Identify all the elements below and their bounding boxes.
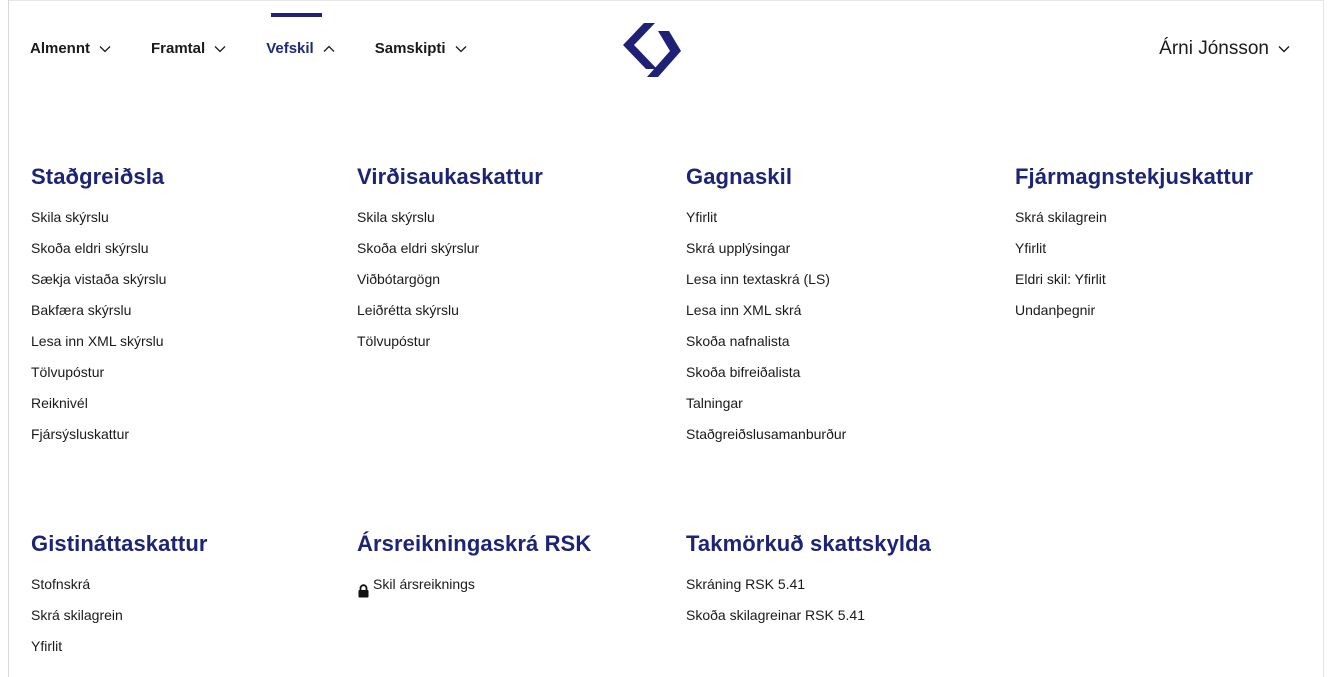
menu-link[interactable]: Yfirlit [1015,233,1253,264]
nav-almennt[interactable]: Almennt [30,40,112,57]
chevron-up-icon [322,42,336,56]
top-header: Almennt Framtal Vefskil Samskipti Árni J… [0,0,1330,100]
section-stadgreidsla: Staðgreiðsla Skila skýrslu Skoða eldri s… [31,164,166,450]
nav-almennt-label: Almennt [30,40,90,57]
menu-link[interactable]: Skráning RSK 5.41 [686,569,931,600]
lock-icon [357,578,370,597]
menu-link[interactable]: Undanþegnir [1015,295,1253,326]
menu-link[interactable]: Skila skýrslu [31,202,166,233]
menu-link[interactable]: Lesa inn XML skrá [686,295,846,326]
menu-link[interactable]: Lesa inn textaskrá (LS) [686,264,846,295]
user-name: Árni Jónsson [1159,38,1269,59]
menu-link[interactable]: Bakfæra skýrslu [31,295,166,326]
menu-link[interactable]: Skoða nafnalista [686,326,846,357]
section-fjarmagnstekjuskattur: Fjármagnstekjuskattur Skrá skilagrein Yf… [1015,164,1253,326]
menu-link[interactable]: Sækja vistaða skýrslu [31,264,166,295]
menu-link[interactable]: Skil ársreiknings [357,569,591,600]
menu-link[interactable]: Stofnskrá [31,569,208,600]
chevron-down-icon [213,42,227,56]
menu-link[interactable]: Skoða eldri skýrslur [357,233,543,264]
section-title: Takmörkuð skattskylda [686,531,932,556]
menu-link[interactable]: Skoða skilagreinar RSK 5.41 [686,600,931,631]
chevron-down-icon [454,42,468,56]
menu-link[interactable]: Skrá skilagrein [31,600,208,631]
section-virdisaukaskattur: Virðisaukaskattur Skila skýrslu Skoða el… [357,164,543,357]
section-takmorkud-skattskylda: Takmörkuð skattskylda Skráning RSK 5.41 … [686,531,931,631]
menu-link[interactable]: Skrá upplýsingar [686,233,846,264]
section-gagnaskil: Gagnaskil Yfirlit Skrá upplýsingar Lesa … [686,164,846,450]
chevron-down-icon [1278,42,1292,56]
menu-link[interactable]: Tölvupóstur [357,326,543,357]
section-title: Gagnaskil [686,164,793,189]
menu-link[interactable]: Fjársýsluskattur [31,419,166,450]
main-nav: Almennt Framtal Vefskil Samskipti [30,40,507,57]
section-title: Fjármagnstekjuskattur [1015,164,1254,189]
menu-link[interactable]: Skrá skilagrein [1015,202,1253,233]
rsk-logo-icon[interactable] [620,21,684,79]
nav-samskipti-label: Samskipti [374,40,446,57]
menu-link[interactable]: Skoða eldri skýrslu [31,233,166,264]
menu-link[interactable]: Skila skýrslu [357,202,543,233]
window-frame-left [8,0,9,677]
user-menu[interactable]: Árni Jónsson [1159,38,1292,60]
menu-link[interactable]: Yfirlit [686,202,846,233]
menu-link[interactable]: Staðgreiðslusamanburður [686,419,846,450]
menu-link[interactable]: Lesa inn XML skýrslu [31,326,166,357]
nav-samskipti[interactable]: Samskipti [375,40,468,57]
nav-vefskil[interactable]: Vefskil [266,40,336,57]
section-title: Staðgreiðsla [31,164,165,189]
menu-link[interactable]: Reiknivél [31,388,166,419]
section-title: Ársreikningaskrá RSK [357,531,592,556]
nav-framtal-label: Framtal [151,40,206,57]
nav-vefskil-label: Vefskil [266,40,314,57]
menu-link[interactable]: Tölvupóstur [31,357,166,388]
active-nav-indicator [271,13,322,17]
section-title: Virðisaukaskattur [357,164,543,189]
menu-link[interactable]: Leiðrétta skýrslu [357,295,543,326]
section-title: Gistináttaskattur [31,531,208,556]
menu-link[interactable]: Eldri skil: Yfirlit [1015,264,1253,295]
menu-link[interactable]: Skoða bifreiðalista [686,357,846,388]
section-arsreikningaskra: Ársreikningaskrá RSK Skil ársreiknings [357,531,591,600]
menu-link[interactable]: Yfirlit [31,631,208,662]
chevron-down-icon [98,42,112,56]
window-frame-right [1323,0,1324,677]
menu-link[interactable]: Talningar [686,388,846,419]
nav-framtal[interactable]: Framtal [151,40,227,57]
menu-link[interactable]: Viðbótargögn [357,264,543,295]
section-gistinattaskattur: Gistináttaskattur Stofnskrá Skrá skilagr… [31,531,208,662]
